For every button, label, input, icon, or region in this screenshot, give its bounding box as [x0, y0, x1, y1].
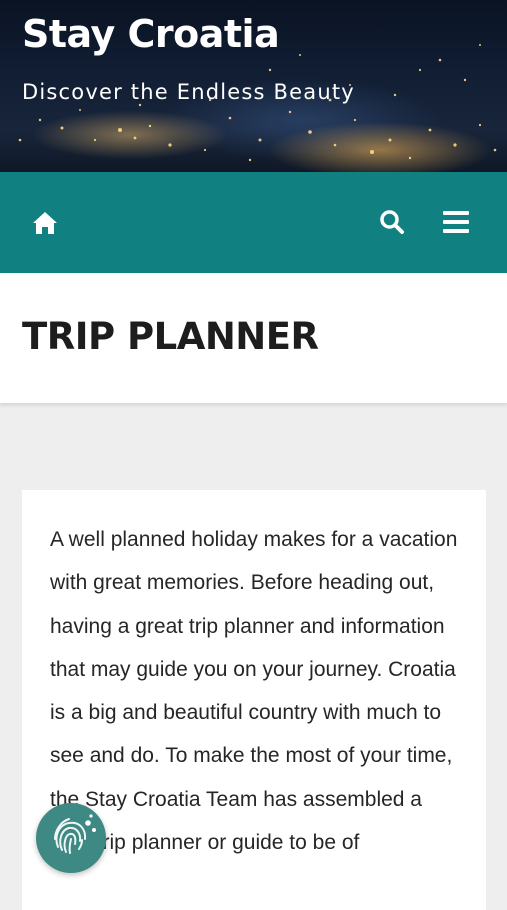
accessibility-button[interactable] [36, 803, 106, 873]
home-icon[interactable] [30, 208, 60, 238]
main-navbar [0, 172, 507, 273]
menu-icon[interactable] [442, 209, 470, 235]
page-title: TRIP PLANNER [22, 315, 319, 358]
site-tagline: Discover the Endless Beauty [22, 80, 355, 104]
site-header: Stay Croatia Discover the Endless Beauty [0, 0, 507, 172]
search-icon[interactable] [378, 208, 406, 236]
page-title-band: TRIP PLANNER [0, 273, 507, 403]
fingerprint-icon [54, 814, 96, 854]
site-title[interactable]: Stay Croatia [22, 12, 280, 56]
